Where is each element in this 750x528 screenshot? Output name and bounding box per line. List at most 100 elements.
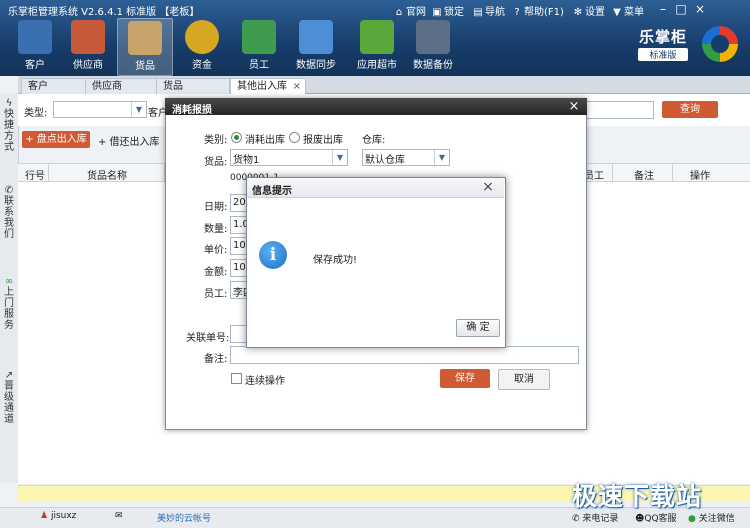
info-icon: i	[259, 241, 287, 269]
app-title: 乐掌柜管理系统 V2.6.4.1 标准版 【老板】	[8, 7, 200, 18]
column-divider	[48, 164, 49, 181]
nav-funds[interactable]: 资金	[175, 18, 229, 74]
dialog-close-icon[interactable]: ×	[561, 98, 587, 115]
tab-close-icon[interactable]: ×	[293, 79, 301, 94]
nav-app-market[interactable]: 应用超市	[350, 18, 404, 74]
bike-icon: ∞	[4, 276, 14, 287]
minimize-button[interactable]: –	[656, 2, 670, 16]
search-field[interactable]	[586, 101, 654, 119]
column-remark: 备注	[634, 171, 654, 182]
phone-icon: ✆	[572, 514, 580, 524]
category-label: 类别:	[204, 135, 228, 146]
warehouse-label: 仓库:	[362, 135, 386, 146]
lock-icon: ▣	[432, 7, 442, 18]
help-icon: ?	[514, 7, 520, 18]
qq-icon: ☻	[635, 514, 645, 524]
related-no-label: 关联单号:	[186, 333, 230, 344]
info-dialog-title: 信息提示	[252, 186, 292, 197]
gear-icon: ✻	[573, 7, 583, 18]
lock-button[interactable]: ▣ 锁定	[432, 3, 464, 18]
settings-button[interactable]: ✻ 设置	[573, 3, 605, 18]
watermark: 极速下载站	[572, 482, 703, 511]
tab-supplier[interactable]: 供应商	[85, 78, 157, 94]
navigation-button[interactable]: ▤ 导航	[473, 3, 505, 18]
brand: 乐掌柜 标准版	[638, 28, 688, 61]
maximize-button[interactable]: □	[674, 2, 688, 16]
inventory-inout-button[interactable]: + 盘点出入库	[22, 131, 90, 148]
dialog-title: 消耗报损	[172, 105, 212, 116]
type-select[interactable]: ▼	[53, 101, 147, 118]
continuous-label: 连续操作	[245, 376, 285, 387]
backup-icon	[416, 20, 450, 54]
close-button[interactable]: ×	[693, 2, 707, 16]
nav-customer[interactable]: 客户	[8, 18, 62, 74]
sidebar-onsite[interactable]: ∞ 上门服务	[1, 276, 17, 331]
borrow-return-button[interactable]: + 借还出入库	[98, 133, 160, 148]
scrap-out-radio[interactable]	[289, 132, 300, 143]
tab-goods[interactable]: 货品	[156, 78, 230, 94]
nav-data-backup[interactable]: 数据备份	[406, 18, 460, 74]
column-employee: 员工	[584, 171, 604, 182]
sync-icon	[299, 20, 333, 54]
sidebar-shortcuts[interactable]: ϟ 快捷方式	[1, 98, 17, 153]
remark-label: 备注:	[204, 354, 228, 365]
save-button[interactable]: 保存	[440, 369, 490, 388]
cancel-button[interactable]: 取消	[498, 369, 550, 390]
nav-data-sync[interactable]: 数据同步	[289, 18, 343, 74]
price-label: 单价:	[204, 245, 228, 256]
nav-supplier[interactable]: 供应商	[61, 18, 115, 74]
info-message: 保存成功!	[313, 255, 358, 266]
nav-goods[interactable]: 货品	[117, 18, 173, 76]
money-bag-icon	[185, 20, 219, 54]
warehouse-select[interactable]: 默认仓库 ▼	[362, 149, 450, 166]
column-action: 操作	[690, 171, 710, 182]
shirt-icon: ▼	[613, 7, 621, 18]
close-icon[interactable]: ×	[478, 179, 498, 196]
wechat-icon: ●	[688, 514, 696, 524]
help-button[interactable]: ? 帮助(F1)	[512, 3, 564, 18]
navigation-icon: ▤	[473, 7, 483, 18]
customer-icon	[18, 20, 52, 54]
remark-field[interactable]	[230, 346, 579, 364]
chevron-down-icon: ▼	[131, 102, 146, 117]
goods-select[interactable]: 货物1 ▼	[230, 149, 348, 166]
ok-button[interactable]: 确 定	[456, 319, 500, 337]
phone-icon: ✆	[4, 185, 14, 196]
tab-customer[interactable]: 客户	[21, 78, 87, 94]
amount-label: 金额:	[204, 267, 228, 278]
goods-label: 货品:	[204, 157, 228, 168]
cart-icon	[360, 20, 394, 54]
qty-label: 数量:	[204, 224, 228, 235]
user-icon: ♟	[40, 511, 49, 521]
tab-other-inout[interactable]: 其他出入库 ×	[230, 78, 306, 94]
boxes-icon	[128, 21, 162, 55]
column-goods-name: 货品名称	[87, 171, 127, 182]
chevron-down-icon: ▼	[434, 150, 449, 165]
mail-icon[interactable]: ✉	[115, 511, 123, 521]
dialog-header	[165, 98, 587, 115]
query-button[interactable]: 查询	[662, 101, 718, 118]
column-divider	[612, 164, 613, 181]
sidebar-contact[interactable]: ✆ 联系我们	[1, 185, 17, 240]
continuous-checkbox[interactable]	[231, 373, 242, 384]
consume-out-label: 消耗出库	[245, 135, 285, 146]
footer-user[interactable]: ♟ jisuxz	[40, 511, 76, 521]
cloud-account-link[interactable]: 美妙的云帐号	[157, 511, 211, 524]
brand-logo	[702, 26, 738, 62]
lightning-icon: ϟ	[5, 98, 13, 109]
official-site-button[interactable]: ⌂ 官网	[394, 3, 426, 18]
menu-button[interactable]: ▼ 菜单	[612, 3, 644, 18]
truck-icon	[71, 20, 105, 54]
home-icon: ⌂	[395, 7, 403, 18]
trend-icon: ↗	[4, 370, 14, 381]
date-label: 日期:	[204, 202, 228, 213]
nav-employee[interactable]: 员工	[232, 18, 286, 74]
employee-icon	[242, 20, 276, 54]
sidebar-upgrade[interactable]: ↗ 晋级通道	[1, 370, 17, 425]
scrap-out-label: 报废出库	[303, 135, 343, 146]
chevron-down-icon: ▼	[332, 150, 347, 165]
column-divider	[672, 164, 673, 181]
staff-label: 员工:	[204, 289, 228, 300]
consume-out-radio[interactable]	[231, 132, 242, 143]
column-row-no: 行号	[25, 171, 45, 182]
